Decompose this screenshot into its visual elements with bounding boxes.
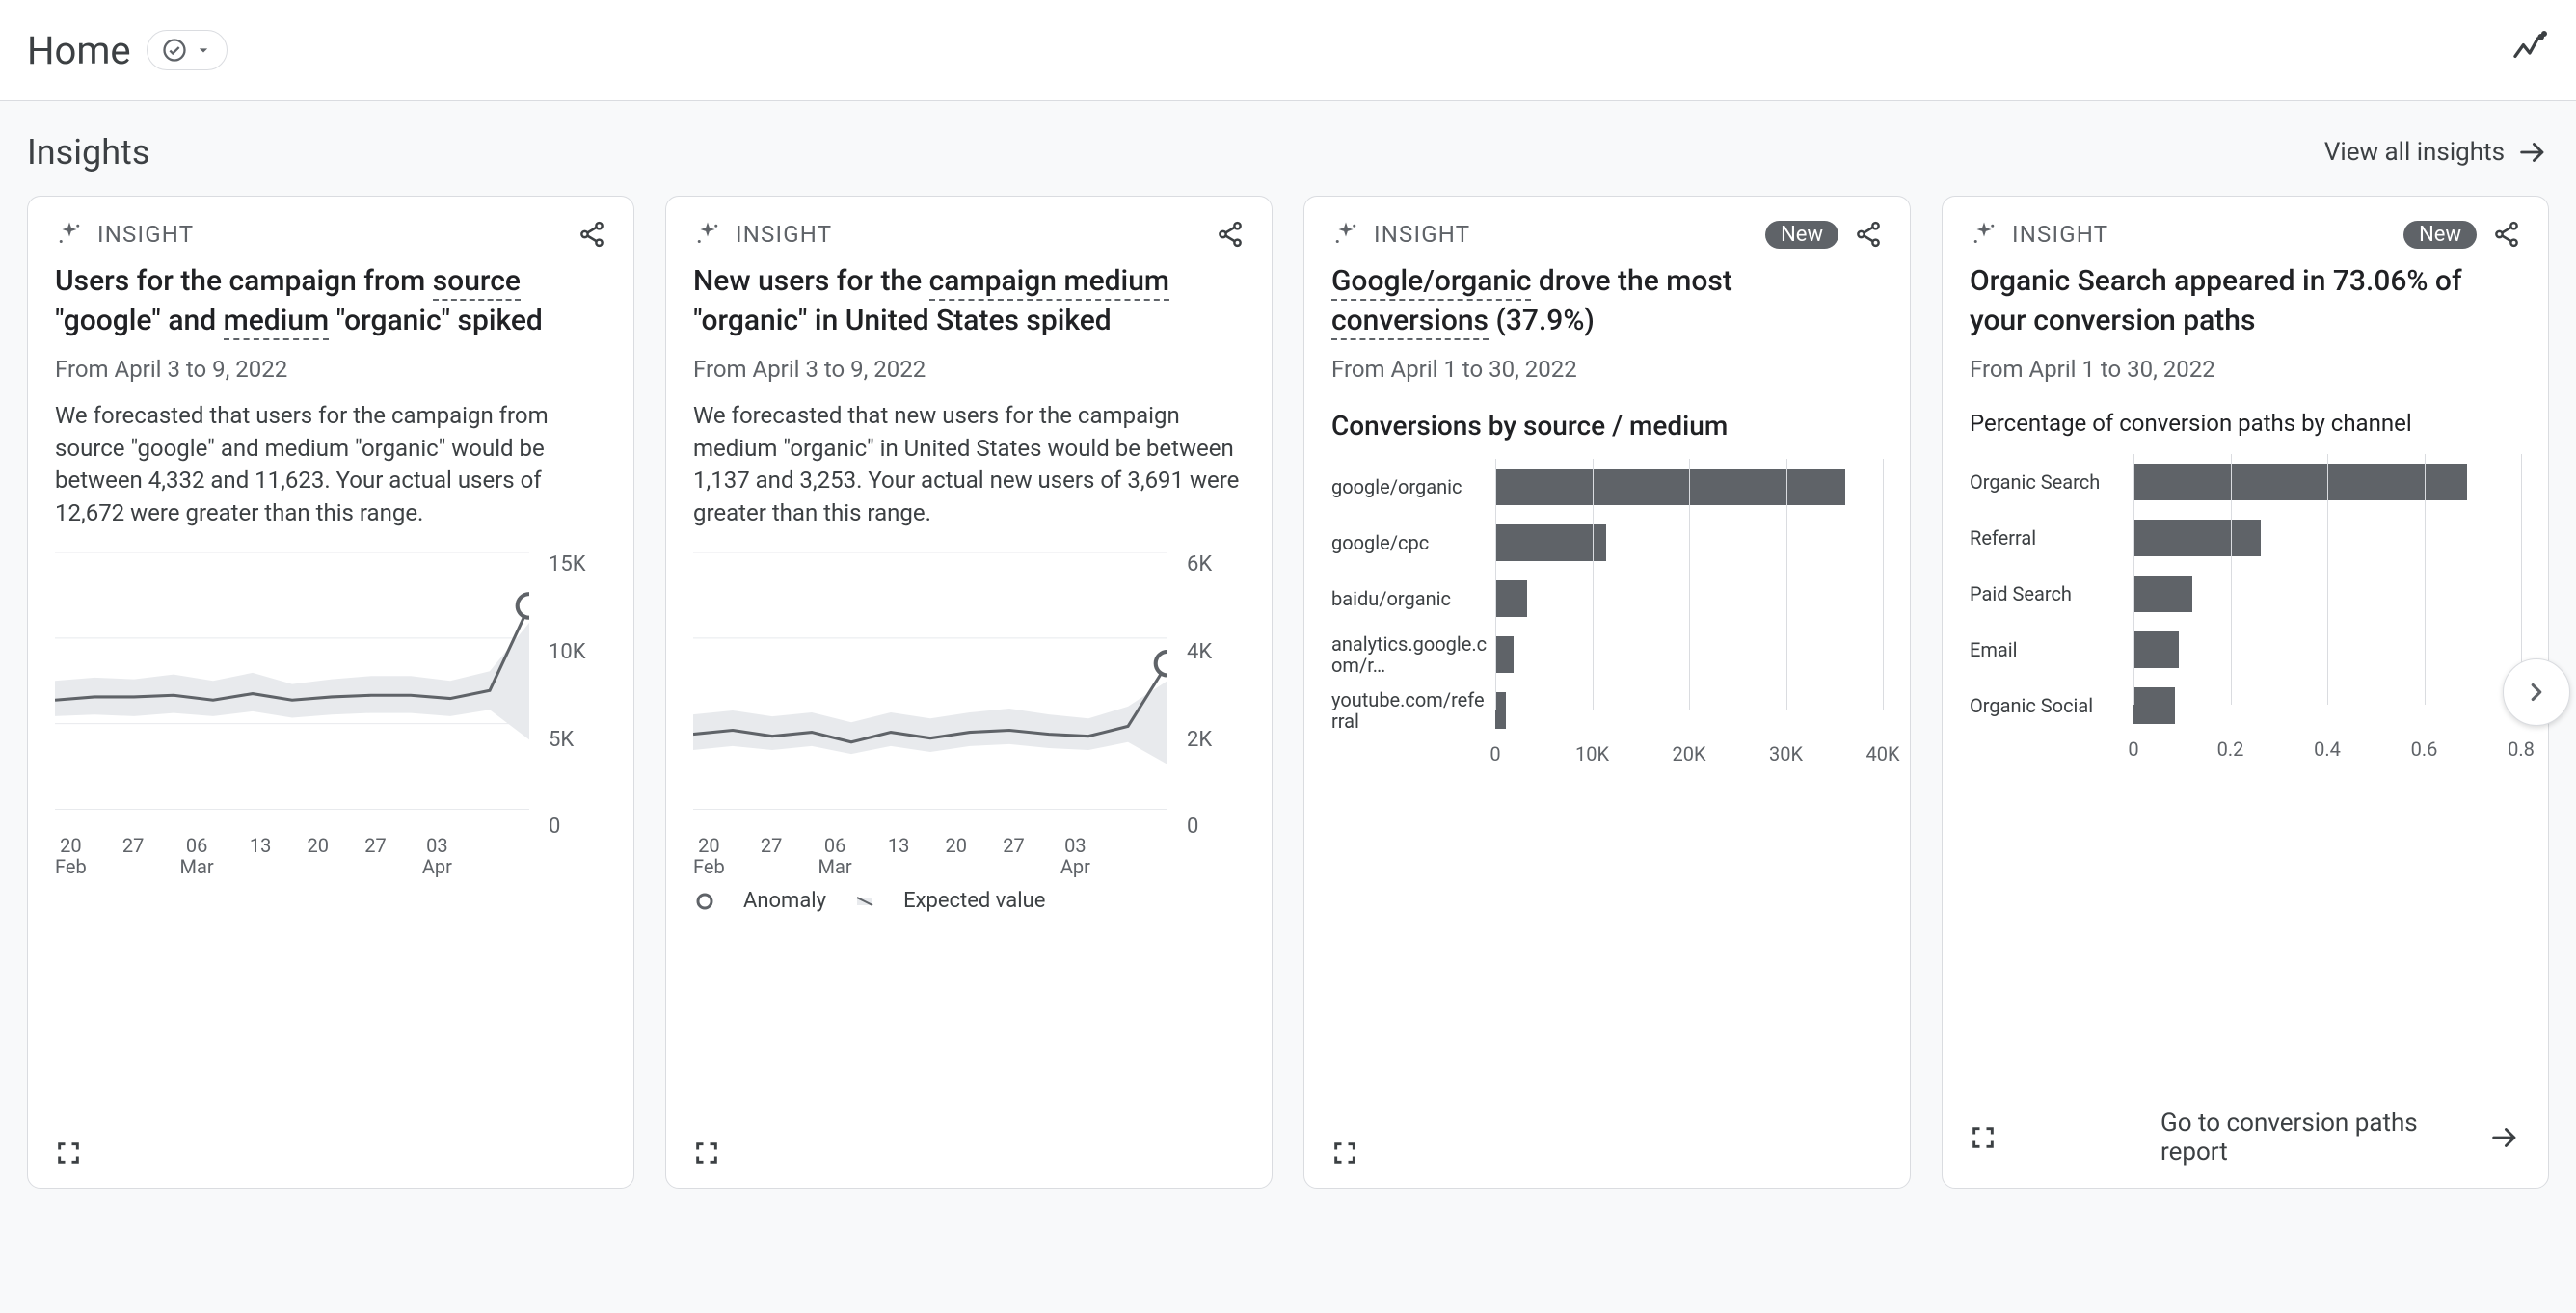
chevron-down-icon	[194, 40, 213, 60]
bar-label: Organic Search	[1970, 471, 2133, 493]
anomaly-line-chart: 6K4K2K0 20Feb2706Mar13202703Apr	[693, 552, 1245, 877]
card-tag: INSIGHT	[2012, 221, 2108, 248]
chart-subhead: Conversions by source / medium	[1331, 410, 1883, 442]
bar-row: Organic Search	[1970, 454, 2521, 510]
arrow-right-icon	[2488, 1121, 2521, 1154]
view-all-label: View all insights	[2324, 138, 2505, 167]
card-tag: INSIGHT	[1374, 221, 1470, 248]
bar-row: Organic Social	[1970, 678, 2521, 734]
bar-label: Referral	[1970, 527, 2133, 549]
card-title: Users for the campaign from source "goog…	[55, 262, 606, 340]
chart-subhead: Percentage of conversion paths by channe…	[1970, 410, 2521, 437]
new-badge: New	[1765, 221, 1838, 249]
share-button[interactable]	[577, 220, 606, 249]
chevron-right-icon	[2522, 678, 2551, 707]
insight-cards: INSIGHT Users for the campaign from sour…	[27, 196, 2549, 1189]
share-button[interactable]	[1854, 220, 1883, 249]
sparkle-icon	[1331, 220, 1360, 249]
card-title: New users for the campaign medium "organ…	[693, 262, 1245, 340]
card-daterange: From April 1 to 30, 2022	[1331, 356, 1883, 383]
arrow-right-icon	[2516, 136, 2549, 169]
bar-label: Paid Search	[1970, 583, 2133, 604]
bar-row: Email	[1970, 622, 2521, 678]
bar-row: google/cpc	[1331, 515, 1883, 571]
bar-row: youtube.com/referral	[1331, 683, 1883, 738]
insight-card: INSIGHT Users for the campaign from sour…	[27, 196, 634, 1189]
fullscreen-button[interactable]	[1331, 1139, 1358, 1166]
chart-legend: Anomaly Expected value	[693, 889, 1245, 913]
go-to-report-link[interactable]: Go to conversion paths report	[2160, 1109, 2521, 1166]
horizontal-bar-chart: google/organic google/cpc baidu/organic …	[1331, 459, 1883, 765]
go-to-report-label: Go to conversion paths report	[2160, 1109, 2450, 1166]
bar-label: analytics.google.com/r…	[1331, 633, 1495, 676]
card-daterange: From April 3 to 9, 2022	[55, 356, 606, 383]
bar-label: Email	[1970, 639, 2133, 660]
card-title: Organic Search appeared in 73.06% of you…	[1970, 262, 2521, 340]
fullscreen-button[interactable]	[55, 1139, 82, 1166]
y-axis-ticks: 15K10K5K0	[539, 552, 606, 839]
share-button[interactable]	[2492, 220, 2521, 249]
bar-row: baidu/organic	[1331, 571, 1883, 627]
card-description: We forecasted that users for the campaig…	[55, 400, 606, 529]
card-description: We forecasted that new users for the cam…	[693, 400, 1245, 529]
sparkle-icon	[55, 220, 84, 249]
card-tag: INSIGHT	[97, 221, 194, 248]
insights-section: Insights View all insights INSIGHT Users…	[0, 101, 2576, 1227]
insight-card: INSIGHT New users for the campaign mediu…	[665, 196, 1273, 1189]
audience-chip[interactable]	[147, 30, 228, 70]
section-title: Insights	[27, 132, 149, 173]
card-daterange: From April 3 to 9, 2022	[693, 356, 1245, 383]
legend-expected-label: Expected value	[903, 889, 1045, 913]
bar-label: google/organic	[1331, 476, 1495, 497]
horizontal-bar-chart: Organic Search Referral Paid Search Emai…	[1970, 454, 2521, 761]
sparkle-icon	[1970, 220, 1999, 249]
bar-row: google/organic	[1331, 459, 1883, 515]
view-all-insights-link[interactable]: View all insights	[2324, 136, 2549, 169]
fullscreen-button[interactable]	[693, 1139, 720, 1166]
check-circle-icon	[161, 37, 188, 64]
carousel-next-button[interactable]	[2503, 658, 2570, 726]
fullscreen-button[interactable]	[1970, 1124, 1997, 1151]
expected-marker-icon	[853, 892, 876, 911]
insight-card: INSIGHT New Organic Search appeared in 7…	[1942, 196, 2549, 1189]
bar-row: Referral	[1970, 510, 2521, 566]
card-daterange: From April 1 to 30, 2022	[1970, 356, 2521, 383]
insights-trend-icon[interactable]	[2510, 29, 2549, 71]
card-title: Google/organic drove the most conversion…	[1331, 262, 1883, 340]
y-axis-ticks: 6K4K2K0	[1177, 552, 1245, 839]
bar-row: analytics.google.com/r…	[1331, 627, 1883, 683]
anomaly-line-chart: 15K10K5K0 20Feb2706Mar13202703Apr	[55, 552, 606, 877]
new-badge: New	[2403, 221, 2477, 249]
x-axis-ticks: 20Feb2706Mar13202703Apr	[55, 835, 529, 877]
bar-label: google/cpc	[1331, 532, 1495, 553]
page-title: Home	[27, 28, 131, 73]
share-button[interactable]	[1216, 220, 1245, 249]
legend-anomaly-label: Anomaly	[743, 889, 826, 913]
bar-label: Organic Social	[1970, 695, 2133, 716]
insight-card: INSIGHT New Google/organic drove the mos…	[1303, 196, 1911, 1189]
card-tag: INSIGHT	[736, 221, 832, 248]
bar-label: baidu/organic	[1331, 588, 1495, 609]
bar-label: youtube.com/referral	[1331, 689, 1495, 732]
bar-row: Paid Search	[1970, 566, 2521, 622]
x-axis-ticks: 20Feb2706Mar13202703Apr	[693, 835, 1167, 877]
anomaly-marker-icon	[693, 892, 716, 911]
top-bar: Home	[0, 0, 2576, 101]
sparkle-icon	[693, 220, 722, 249]
